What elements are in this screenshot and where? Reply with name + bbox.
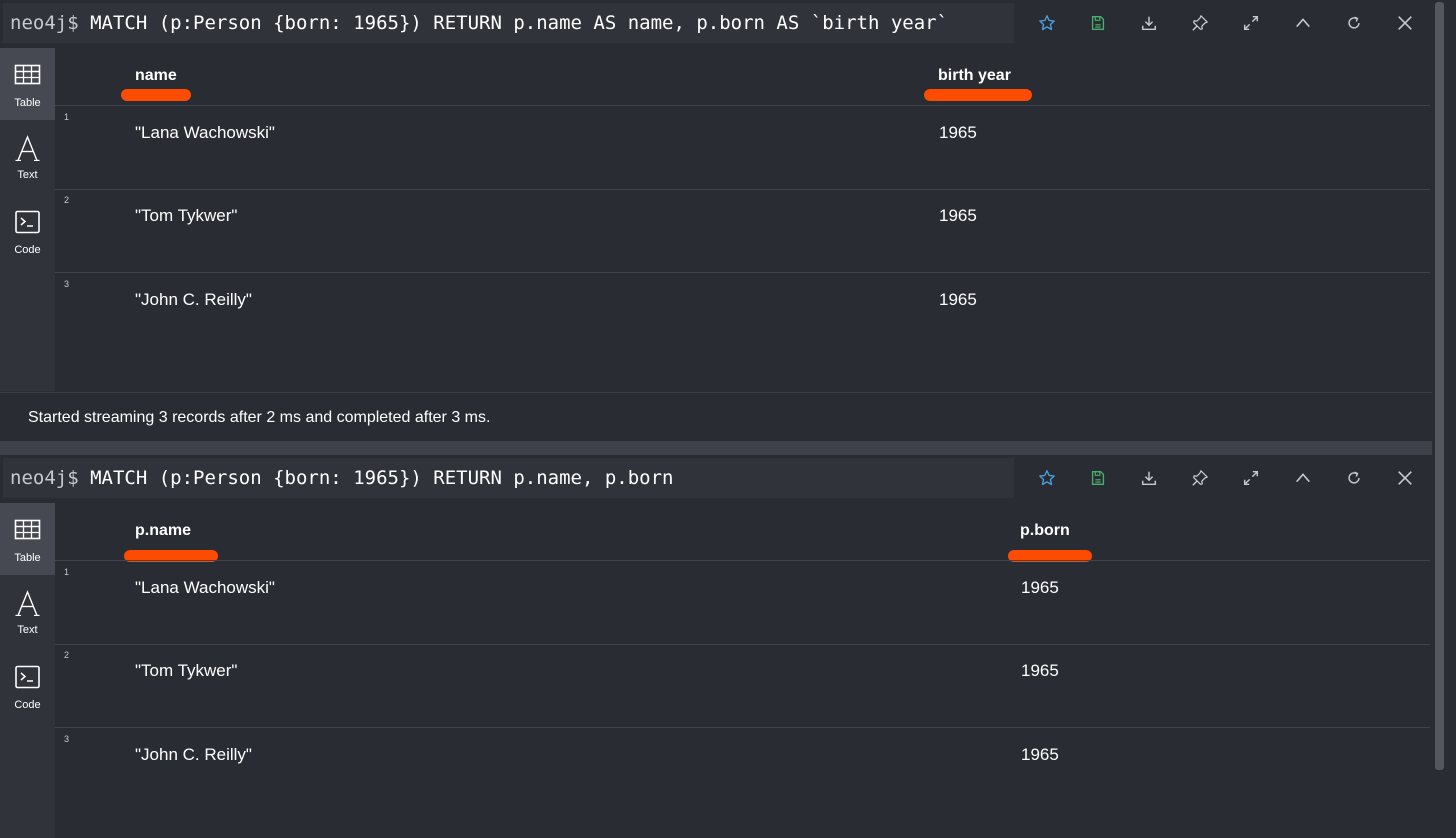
text-icon [15, 590, 40, 616]
view-sidebar: Table Text Code [0, 503, 55, 838]
prompt-label: neo4j$ [10, 467, 79, 489]
table-cell: 1965 [1021, 578, 1059, 597]
view-tab-table-label: Table [14, 97, 41, 109]
save-icon[interactable] [1085, 465, 1111, 491]
table-cell: 1965 [1021, 661, 1059, 680]
code-icon [15, 210, 40, 234]
view-tab-text[interactable]: Text [0, 120, 55, 192]
table-cell: "John C. Reilly" [135, 745, 252, 764]
page-scrollbar[interactable] [1432, 0, 1456, 838]
column-header-name: name [135, 67, 177, 84]
pin-icon[interactable] [1187, 465, 1213, 491]
view-tab-table[interactable]: Table [0, 48, 55, 120]
table-row: 2 "Tom Tykwer" 1965 [55, 189, 1430, 273]
table-cell: "Tom Tykwer" [135, 206, 238, 225]
expand-icon[interactable] [1238, 10, 1264, 36]
row-number: 1 [64, 112, 70, 122]
view-sidebar: Table Text Code [0, 48, 55, 391]
table-cell: "Tom Tykwer" [135, 661, 238, 680]
row-number: 3 [64, 734, 70, 744]
status-bar: Started streaming 3 records after 2 ms a… [0, 392, 1432, 441]
row-number: 2 [64, 195, 70, 205]
status-message: Started streaming 3 records after 2 ms a… [28, 409, 491, 426]
download-icon[interactable] [1136, 465, 1162, 491]
download-icon[interactable] [1136, 10, 1162, 36]
query-editor[interactable]: neo4j$ MATCH (p:Person {born: 1965}) RET… [3, 3, 1014, 43]
view-tab-code-label: Code [14, 699, 41, 711]
view-tab-text-label: Text [17, 169, 38, 181]
table-icon [14, 519, 41, 540]
result-frame-2: neo4j$ MATCH (p:Person {born: 1965}) RET… [0, 455, 1432, 838]
view-tab-table-label: Table [14, 552, 41, 564]
column-header-p-name: p.name [135, 522, 192, 539]
expand-icon[interactable] [1238, 465, 1264, 491]
view-tab-code-label: Code [14, 244, 41, 256]
rerun-icon[interactable] [1341, 10, 1367, 36]
view-tab-text[interactable]: Text [0, 575, 55, 647]
row-number: 3 [64, 279, 70, 289]
table-cell: 1965 [939, 123, 977, 142]
code-icon [15, 665, 40, 689]
pin-icon[interactable] [1187, 10, 1213, 36]
row-number: 1 [64, 567, 70, 577]
table-row: 1 "Lana Wachowski" 1965 [55, 106, 1430, 190]
rerun-icon[interactable] [1341, 465, 1367, 491]
star-icon[interactable] [1034, 10, 1060, 36]
star-icon[interactable] [1034, 465, 1060, 491]
frame-toolbar [1022, 455, 1432, 501]
frame-header: neo4j$ MATCH (p:Person {born: 1965}) RET… [0, 0, 1432, 48]
highlight-mark [924, 89, 1032, 101]
table-cell: 1965 [939, 290, 977, 309]
table-cell: 1965 [1021, 745, 1059, 764]
view-tab-code[interactable]: Code [0, 195, 55, 267]
prompt-label: neo4j$ [10, 12, 79, 34]
close-icon[interactable] [1392, 10, 1418, 36]
column-header-birth-year: birth year [938, 67, 1011, 84]
collapse-icon[interactable] [1290, 465, 1316, 491]
table-row: 3 "John C. Reilly" 1965 [55, 273, 1430, 392]
frame-header: neo4j$ MATCH (p:Person {born: 1965}) RET… [0, 455, 1432, 503]
column-header-p-born: p.born [1020, 522, 1070, 539]
table-cell: "John C. Reilly" [135, 290, 252, 309]
view-tab-table[interactable]: Table [0, 503, 55, 575]
table-cell: "Lana Wachowski" [135, 123, 275, 142]
collapse-icon[interactable] [1290, 10, 1316, 36]
frame-toolbar [1022, 0, 1432, 46]
table-row: 3 "John C. Reilly" 1965 [55, 728, 1430, 838]
frame-divider [0, 441, 1432, 455]
scrollbar-thumb[interactable] [1435, 2, 1444, 770]
row-number: 2 [64, 650, 70, 660]
view-tab-text-label: Text [17, 624, 38, 636]
table-row: 1 "Lana Wachowski" 1965 [55, 561, 1430, 645]
query-editor[interactable]: neo4j$ MATCH (p:Person {born: 1965}) RET… [3, 458, 1014, 498]
close-icon[interactable] [1392, 465, 1418, 491]
query-text[interactable]: MATCH (p:Person {born: 1965}) RETURN p.n… [90, 467, 673, 489]
result-frame-1: neo4j$ MATCH (p:Person {born: 1965}) RET… [0, 0, 1432, 441]
table-row: 2 "Tom Tykwer" 1965 [55, 644, 1430, 728]
view-tab-code[interactable]: Code [0, 650, 55, 722]
highlight-mark [121, 89, 191, 101]
table-cell: "Lana Wachowski" [135, 578, 275, 597]
text-icon [15, 135, 40, 161]
table-icon [14, 64, 41, 85]
save-icon[interactable] [1085, 10, 1111, 36]
query-text[interactable]: MATCH (p:Person {born: 1965}) RETURN p.n… [90, 12, 948, 34]
table-cell: 1965 [939, 206, 977, 225]
